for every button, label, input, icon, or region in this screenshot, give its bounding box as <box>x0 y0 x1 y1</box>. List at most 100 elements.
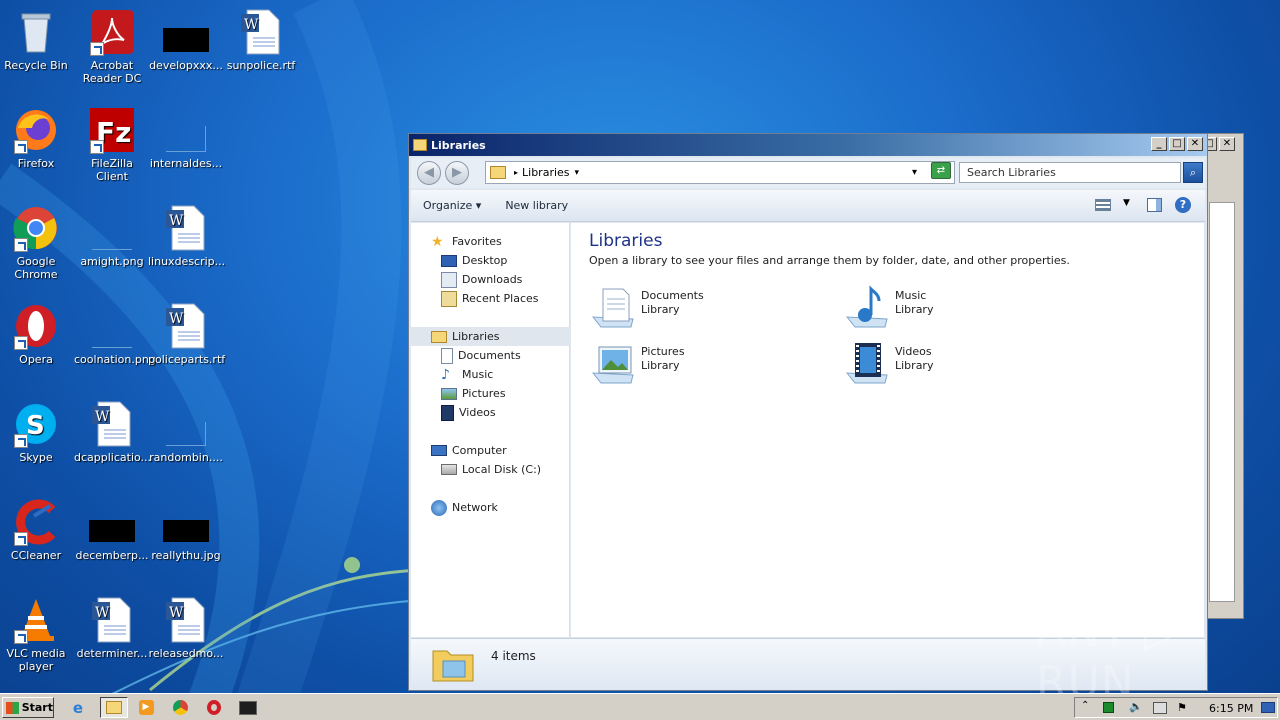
desktop-icon-sunpolice[interactable]: W sunpolice.rtf <box>223 8 299 72</box>
tray-app-icon[interactable] <box>1103 702 1114 713</box>
desktop-icon-policeparts[interactable]: W policeparts.rtf <box>148 302 225 366</box>
desktop-icon-opera[interactable]: Opera <box>0 302 74 366</box>
nav-computer[interactable]: Computer <box>431 441 507 460</box>
library-documents[interactable]: Documents Library <box>589 283 704 331</box>
clock[interactable]: 6:15 PM <box>1209 702 1253 715</box>
nav-recent-places[interactable]: Recent Places <box>441 289 539 308</box>
desktop-icon-label: reallythu.jpg <box>151 549 221 562</box>
view-options-icon[interactable] <box>1095 199 1111 211</box>
content-description: Open a library to see your files and arr… <box>589 254 1070 267</box>
film-strip-icon <box>441 404 454 421</box>
taskbar-opera-button[interactable] <box>202 697 226 718</box>
opera-icon <box>207 700 221 715</box>
minimize-button[interactable]: _ <box>1151 137 1167 151</box>
nav-music[interactable]: ♪ Music <box>441 365 493 384</box>
shortcut-arrow-icon <box>14 336 28 350</box>
desktop-icon-amight[interactable]: amight.png <box>74 204 150 268</box>
nav-network[interactable]: Network <box>431 498 498 517</box>
new-library-button[interactable]: New library <box>493 199 580 212</box>
preview-pane-icon[interactable] <box>1147 198 1162 212</box>
search-input[interactable]: Search Libraries <box>959 162 1181 183</box>
show-desktop-icon[interactable] <box>1261 702 1275 713</box>
back-button[interactable]: ◀ <box>417 161 441 185</box>
volume-icon[interactable]: 🔈 <box>1129 700 1143 713</box>
nav-libraries[interactable]: Libraries <box>431 327 500 346</box>
desktop-icon-vlc[interactable]: VLC media player <box>0 596 74 673</box>
refresh-icon[interactable]: ⇄ <box>931 162 951 179</box>
address-bar[interactable]: ▸ Libraries ▾ ▾ <box>485 161 955 184</box>
desktop-icon-acrobat[interactable]: Acrobat Reader DC <box>74 8 150 85</box>
opera-icon <box>12 302 60 350</box>
tray-expand-icon[interactable]: ⌃ <box>1081 700 1089 711</box>
desktop-icon-skype[interactable]: S Skype <box>0 400 74 464</box>
library-type: Library <box>895 359 934 372</box>
blank-image-icon <box>88 302 136 350</box>
shortcut-arrow-icon <box>14 434 28 448</box>
navigation-pane: ★ Favorites Desktop Downloads Recent Plac… <box>411 223 570 637</box>
desktop-icon-determiner[interactable]: W determiner... <box>74 596 150 660</box>
desktop-icon-label: amight.png <box>80 255 144 268</box>
library-name: Music <box>895 289 927 302</box>
bg-close-button[interactable]: ✕ <box>1219 137 1235 151</box>
forward-button[interactable]: ▶ <box>445 161 469 185</box>
nav-favorites[interactable]: ★ Favorites <box>431 232 502 251</box>
organize-button[interactable]: Organize ▾ <box>411 199 493 212</box>
media-player-icon: ▶ <box>138 700 154 715</box>
breadcrumb-dropdown-icon[interactable]: ▾ <box>575 168 580 178</box>
start-button[interactable]: Start <box>2 697 54 718</box>
desktop-icon-label: dcapplicatio... <box>74 451 152 464</box>
desktop-icon-chrome[interactable]: Google Chrome <box>0 204 74 281</box>
taskbar-cmd-button[interactable] <box>236 697 260 718</box>
content-heading: Libraries <box>589 231 663 251</box>
desktop-icon-recycle-bin[interactable]: Recycle Bin <box>0 8 74 72</box>
shortcut-arrow-icon <box>14 140 28 154</box>
nav-pictures[interactable]: Pictures <box>441 384 506 403</box>
taskbar-explorer-button[interactable] <box>100 697 128 718</box>
desktop-icon-randombin[interactable]: randombin.... <box>148 400 224 464</box>
library-videos[interactable]: Videos Library <box>843 339 933 387</box>
filezilla-icon: Fz <box>88 106 136 154</box>
desktop-icon-linuxdescrip[interactable]: W linuxdescrip... <box>148 204 225 268</box>
address-history-dropdown-icon[interactable]: ▾ <box>912 167 917 178</box>
nav-desktop[interactable]: Desktop <box>441 251 507 270</box>
view-dropdown-icon[interactable]: ▼ <box>1123 198 1130 208</box>
maximize-button[interactable]: □ <box>1169 137 1185 151</box>
library-pictures[interactable]: Pictures Library <box>589 339 685 387</box>
library-music[interactable]: Music Library <box>843 283 933 331</box>
help-icon[interactable]: ? <box>1175 197 1191 213</box>
desktop-icon-coolnation[interactable]: coolnation.png <box>74 302 156 366</box>
pictures-icon <box>441 387 457 400</box>
taskbar-media-player-button[interactable]: ▶ <box>134 697 158 718</box>
desktop-icon-decemberp[interactable]: decemberp... <box>74 498 150 562</box>
taskbar-chrome-button[interactable] <box>168 697 192 718</box>
svg-text:W: W <box>169 605 184 621</box>
word-document-icon: W <box>237 8 285 56</box>
breadcrumb-libraries[interactable]: Libraries <box>522 166 570 179</box>
nav-videos[interactable]: Videos <box>441 403 496 422</box>
nav-documents[interactable]: Documents <box>441 346 521 365</box>
network-icon[interactable] <box>1153 702 1167 714</box>
desktop-icon-filezilla[interactable]: Fz FileZilla Client <box>74 106 150 183</box>
title-bar[interactable]: Libraries _ □ ✕ <box>409 134 1207 156</box>
desktop-icon-ccleaner[interactable]: CCleaner <box>0 498 74 562</box>
close-button[interactable]: ✕ <box>1187 137 1203 151</box>
nav-downloads[interactable]: Downloads <box>441 270 522 289</box>
hard-drive-icon <box>441 464 457 475</box>
nav-local-disk[interactable]: Local Disk (C:) <box>441 460 541 479</box>
search-icon[interactable]: ⌕ <box>1183 162 1203 183</box>
desktop-icon-label: FileZilla Client <box>91 157 133 183</box>
shortcut-arrow-icon <box>90 42 104 56</box>
desktop-icon-firefox[interactable]: Firefox <box>0 106 74 170</box>
breadcrumb-separator-icon[interactable]: ▸ <box>514 168 518 177</box>
desktop-icon-releasedmo[interactable]: W releasedmo... <box>148 596 224 660</box>
action-center-flag-icon[interactable]: ⚑ <box>1177 701 1187 714</box>
desktop-icon-dcapplicatio[interactable]: W dcapplicatio... <box>74 400 152 464</box>
desktop-icon-develop[interactable]: developxxx... <box>148 8 224 72</box>
word-document-icon: W <box>88 400 136 448</box>
desktop-icon-internaldes[interactable]: internaldes... <box>148 106 224 170</box>
desktop-icon-label: Opera <box>19 353 53 366</box>
taskbar-ie-button[interactable]: e <box>66 697 90 718</box>
desktop-icon-reallythu[interactable]: reallythu.jpg <box>148 498 224 562</box>
desktop-icon-label: randombin.... <box>149 451 223 464</box>
taskbar: Start e ▶ ⌃ 🔈 ⚑ 6:15 PM <box>0 693 1280 720</box>
